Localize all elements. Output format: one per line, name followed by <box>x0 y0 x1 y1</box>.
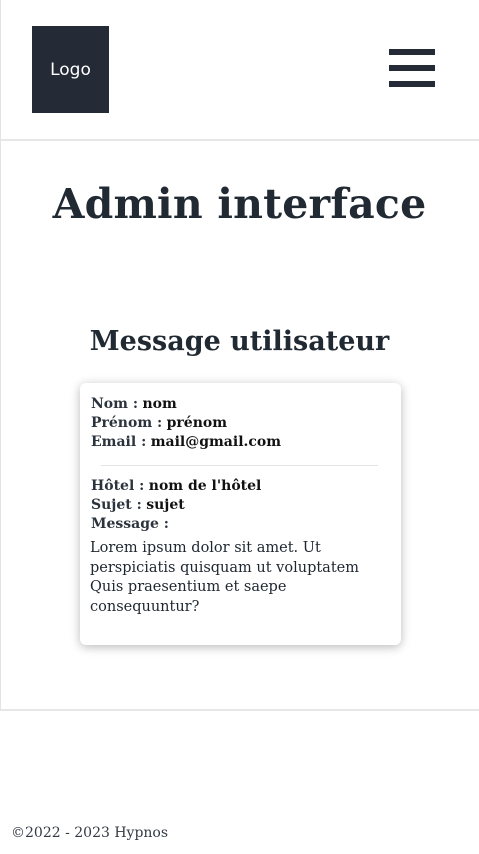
hotel-value: nom de l'hôtel <box>148 478 262 494</box>
field-sujet: Sujet : sujet <box>91 496 185 515</box>
email-value: mail@gmail.com <box>150 434 282 450</box>
copyright-text: ©2022 - 2023 Hypnos <box>11 825 169 841</box>
email-label: Email : <box>91 434 147 450</box>
hotel-label: Hôtel : <box>91 478 145 494</box>
menu-bar <box>389 81 435 87</box>
message-body: Lorem ipsum dolor sit amet. Ut perspicia… <box>90 540 359 615</box>
field-message: Message : <box>91 515 169 534</box>
field-nom: Nom : nom <box>91 395 177 414</box>
site-footer: ©2022 - 2023 Hypnos <box>0 709 479 854</box>
page-title: Admin interface <box>52 180 427 228</box>
prenom-value: prénom <box>166 415 228 431</box>
nom-value: nom <box>142 396 177 412</box>
nom-label: Nom : <box>91 396 138 412</box>
field-prenom: Prénom : prénom <box>91 414 227 433</box>
message-label: Message : <box>91 516 169 532</box>
menu-bar <box>389 49 435 55</box>
sujet-value: sujet <box>146 497 185 513</box>
logo[interactable]: Logo <box>32 26 109 113</box>
menu-bar <box>389 65 435 71</box>
field-hotel: Hôtel : nom de l'hôtel <box>91 477 261 496</box>
section-title: Message utilisateur <box>89 326 390 357</box>
divider <box>101 465 378 466</box>
prenom-label: Prénom : <box>91 415 163 431</box>
message-card: Nom : nom Prénom : prénom Email : mail@g… <box>80 383 401 645</box>
sujet-label: Sujet : <box>91 497 142 513</box>
field-email: Email : mail@gmail.com <box>91 433 281 452</box>
hamburger-menu-icon[interactable] <box>389 49 435 89</box>
site-header: Logo <box>0 0 479 141</box>
